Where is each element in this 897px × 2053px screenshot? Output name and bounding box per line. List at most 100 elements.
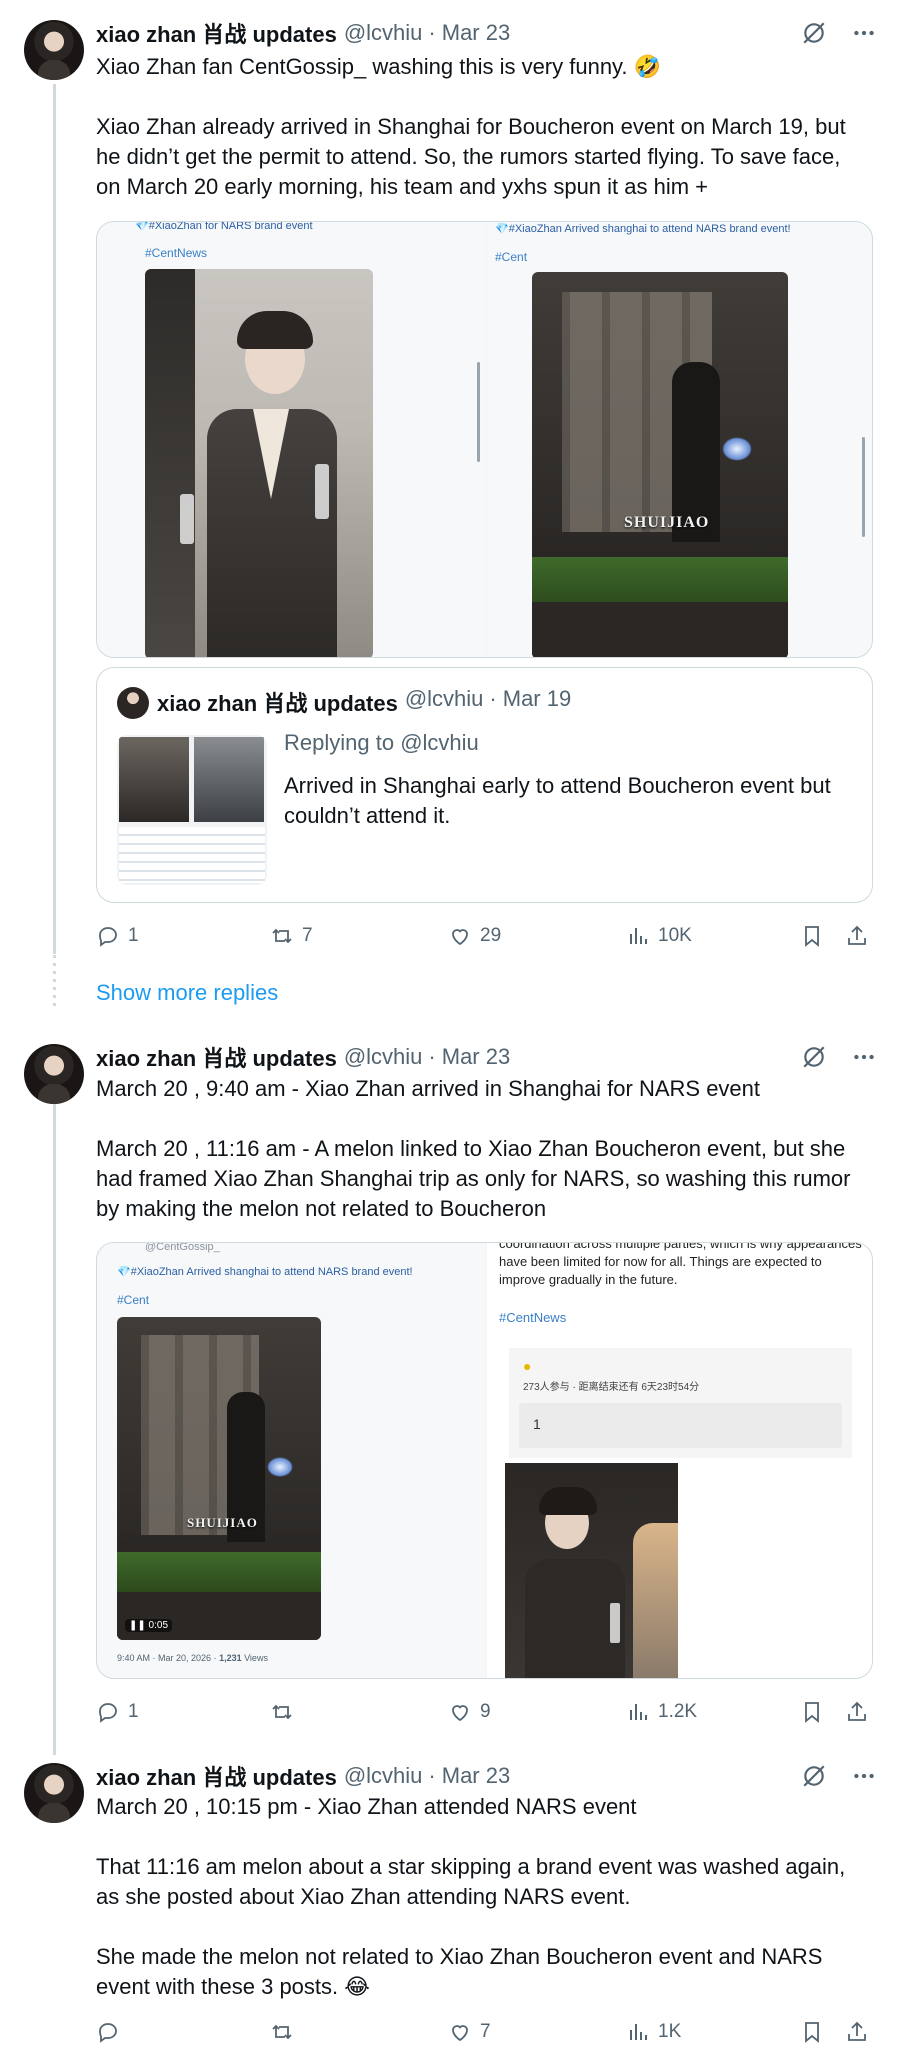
- media-image-left[interactable]: @CentGossip_ 💎#XiaoZhan Arrived shanghai…: [97, 1243, 485, 1678]
- quoted-thumbnail: [117, 735, 267, 885]
- media-image-right[interactable]: 💎#XiaoZhan Arrived shanghai to attend NA…: [487, 222, 872, 657]
- share-button[interactable]: [845, 1695, 869, 1729]
- post-header: xiao zhan 肖战 updates @lcvhiu · Mar 23: [96, 16, 877, 50]
- repost-button[interactable]: [270, 2015, 302, 2049]
- lightbulb-icon: ●: [523, 1358, 532, 1374]
- reply-button[interactable]: 1: [96, 919, 139, 953]
- share-icon: [848, 2021, 866, 2041]
- header-actions: [801, 1759, 877, 1793]
- replying-prefix: Replying to: [284, 730, 395, 755]
- post-paragraph: March 20 , 11:16 am - A melon linked to …: [96, 1136, 851, 1221]
- poll-option-box: 1: [519, 1403, 842, 1448]
- grok-icon[interactable]: [801, 20, 827, 46]
- avatar: [117, 687, 149, 719]
- media-image-right[interactable]: coordination across multiple parties, wh…: [487, 1242, 872, 1678]
- quoted-post[interactable]: xiao zhan 肖战 updates @lcvhiu · Mar 19 Re…: [96, 667, 873, 903]
- quoted-text: Arrived in Shanghai early to attend Bouc…: [284, 773, 831, 828]
- image-caption: 💎#XiaoZhan Arrived shanghai to attend NA…: [495, 223, 791, 235]
- post-text: Xiao Zhan fan CentGossip_ washing this i…: [96, 52, 863, 202]
- avatar[interactable]: [24, 1763, 84, 1823]
- grok-icon[interactable]: [801, 1044, 827, 1070]
- media-grid[interactable]: @CentGossip_ 💎#XiaoZhan Arrived shanghai…: [96, 1242, 873, 1679]
- photo: [505, 1463, 678, 1678]
- like-count: 29: [480, 925, 502, 946]
- views-button[interactable]: 1K: [626, 2015, 681, 2049]
- post-date[interactable]: Mar 23: [442, 1763, 510, 1789]
- more-icon[interactable]: [851, 20, 877, 46]
- repost-icon: [272, 2024, 292, 2040]
- post-text: March 20 , 9:40 am - Xiao Zhan arrived i…: [96, 1074, 863, 1224]
- reply-icon: [99, 1703, 117, 1723]
- replying-handle[interactable]: @lcvhiu: [400, 730, 479, 755]
- bookmark-button[interactable]: [800, 1695, 824, 1729]
- like-button[interactable]: 9: [448, 1695, 491, 1729]
- post-header: xiao zhan 肖战 updates @lcvhiu · Mar 23: [96, 1040, 877, 1074]
- author-handle[interactable]: @lcvhiu: [344, 1763, 423, 1789]
- more-icon[interactable]: [851, 1044, 877, 1070]
- author-name[interactable]: xiao zhan 肖战 updates: [96, 17, 337, 49]
- grok-icon[interactable]: [801, 1763, 827, 1789]
- post[interactable]: xiao zhan 肖战 updates @lcvhiu · Mar 23 Xi…: [0, 0, 897, 990]
- avatar[interactable]: [24, 20, 84, 80]
- repost-icon: [272, 1704, 292, 1720]
- quoted-header: xiao zhan 肖战 updates @lcvhiu · Mar 19: [157, 686, 571, 718]
- views-button[interactable]: 10K: [626, 919, 692, 953]
- scrollbar[interactable]: [862, 437, 865, 537]
- heart-icon: [452, 929, 468, 946]
- image-caption: 💎#XiaoZhan Arrived shanghai to attend NA…: [117, 1266, 413, 1278]
- footer-suffix: Views: [241, 1653, 268, 1663]
- views-count: 10K: [658, 925, 692, 946]
- image-body-text: coordination across multiple parties, wh…: [499, 1242, 862, 1287]
- more-icon[interactable]: [851, 1763, 877, 1789]
- footer-views: 1,231: [219, 1653, 242, 1663]
- share-icon: [848, 925, 866, 945]
- pause-icon: ❚❚: [129, 1620, 146, 1631]
- repost-button[interactable]: 7: [270, 919, 313, 953]
- like-button[interactable]: 7: [448, 2015, 491, 2049]
- thread-dots: [53, 955, 56, 1010]
- footer-meta: 9:40 AM · Mar 20, 2026 ·: [117, 1653, 220, 1663]
- heart-icon: [452, 2025, 468, 2042]
- poll-option: 1: [533, 1416, 541, 1432]
- post-header: xiao zhan 肖战 updates @lcvhiu · Mar 23: [96, 1759, 877, 1793]
- like-button[interactable]: 29: [448, 919, 501, 953]
- media-grid[interactable]: 💎#XiaoZhan for NARS brand event #CentNew…: [96, 221, 873, 658]
- image-tag: #CentNews: [145, 246, 208, 260]
- views-icon: [630, 2024, 647, 2040]
- author-name[interactable]: xiao zhan 肖战 updates: [96, 1760, 337, 1792]
- separator-dot: ·: [489, 686, 497, 711]
- post-date[interactable]: Mar 23: [442, 20, 510, 46]
- author-handle: @lcvhiu: [404, 686, 484, 711]
- author-name[interactable]: xiao zhan 肖战 updates: [96, 1041, 337, 1073]
- scrollbar[interactable]: [477, 362, 480, 462]
- avatar[interactable]: [24, 1044, 84, 1104]
- share-button[interactable]: [845, 2015, 869, 2049]
- post[interactable]: xiao zhan 肖战 updates @lcvhiu · Mar 23 Ma…: [0, 1022, 897, 1723]
- like-count: 7: [480, 2021, 491, 2042]
- media-image-left[interactable]: 💎#XiaoZhan for NARS brand event #CentNew…: [97, 222, 485, 657]
- repost-button[interactable]: [270, 1695, 302, 1729]
- views-icon: [630, 1704, 647, 1720]
- separator-dot: ·: [428, 1044, 436, 1069]
- author-handle[interactable]: @lcvhiu: [344, 20, 423, 46]
- photo: SHUIJIAO ❚❚ 0:05: [117, 1317, 321, 1640]
- reply-button[interactable]: [96, 2015, 128, 2049]
- image-tag: #Cent: [495, 250, 528, 264]
- author-handle[interactable]: @lcvhiu: [344, 1044, 423, 1070]
- post[interactable]: xiao zhan 肖战 updates @lcvhiu · Mar 23 Ma…: [0, 1745, 897, 2053]
- share-button[interactable]: [845, 919, 869, 953]
- views-button[interactable]: 1.2K: [626, 1695, 697, 1729]
- reply-button[interactable]: 1: [96, 1695, 139, 1729]
- show-more-replies-link[interactable]: Show more replies: [96, 980, 278, 1006]
- post-date[interactable]: Mar 23: [442, 1044, 510, 1070]
- post-paragraph: March 20 , 9:40 am - Xiao Zhan arrived i…: [96, 1076, 761, 1101]
- post-paragraph: Xiao Zhan already arrived in Shanghai fo…: [96, 114, 846, 199]
- bookmark-button[interactable]: [800, 2015, 824, 2049]
- post-paragraph: March 20 , 10:15 pm - Xiao Zhan attended…: [96, 1794, 637, 1819]
- poll-card: ● 273人参与 · 距离结束还有 6天23时54分 1: [509, 1348, 852, 1458]
- image-caption: 💎#XiaoZhan for NARS brand event: [135, 221, 313, 232]
- separator-dot: ·: [428, 1763, 436, 1788]
- bookmark-button[interactable]: [800, 919, 824, 953]
- image-tag: #CentNews: [499, 1310, 567, 1325]
- post-text: March 20 , 10:15 pm - Xiao Zhan attended…: [96, 1792, 863, 2002]
